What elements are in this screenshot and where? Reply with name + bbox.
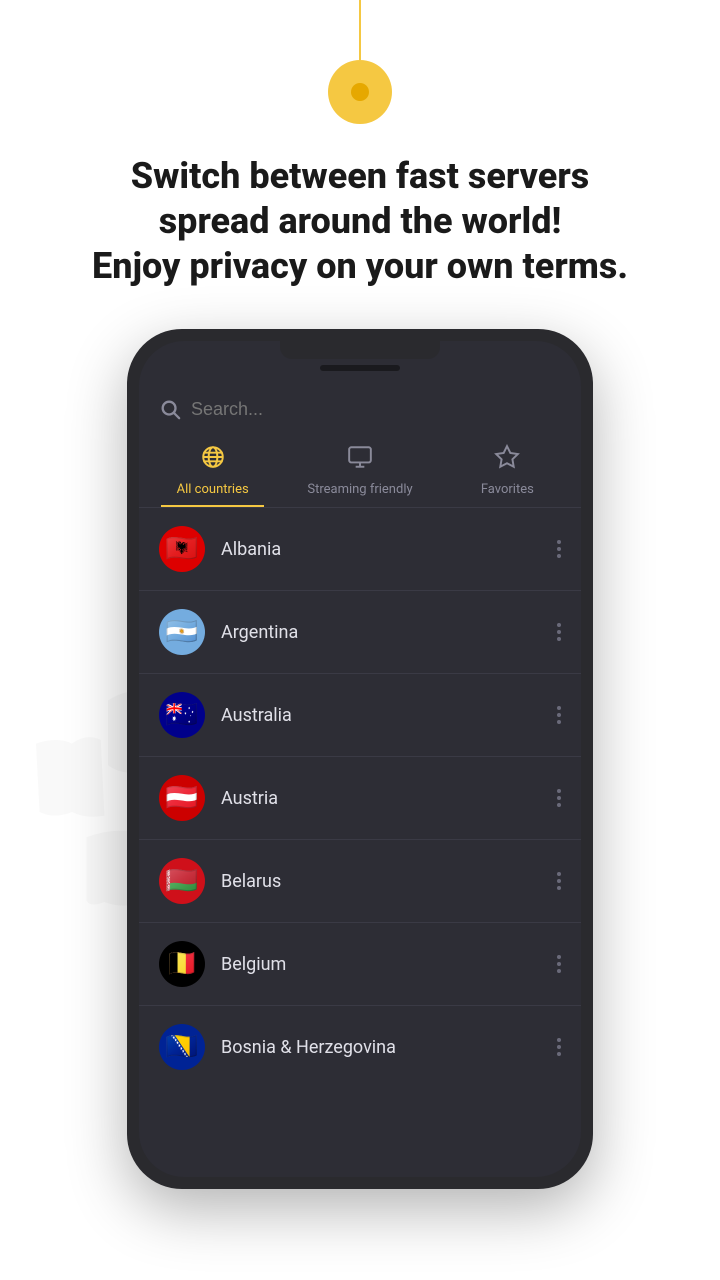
phone-wrapper: All countries Streaming friendly <box>0 329 720 1189</box>
more-menu-bosnia[interactable] <box>557 1038 561 1056</box>
country-name-australia: Australia <box>221 705 541 726</box>
search-bar[interactable] <box>139 386 581 432</box>
country-row-argentina[interactable]: 🇦🇷 Argentina <box>139 591 581 674</box>
more-menu-belarus[interactable] <box>557 872 561 890</box>
headline: Switch between fast servers spread aroun… <box>32 124 688 309</box>
headline-line2: spread around the world! <box>159 200 562 242</box>
flag-belarus: 🇧🇾 <box>159 858 205 904</box>
country-row-albania[interactable]: 🇦🇱 Albania <box>139 508 581 591</box>
country-name-albania: Albania <box>221 539 541 560</box>
wire-line <box>359 0 361 60</box>
country-name-bosnia: Bosnia & Herzegovina <box>221 1037 541 1058</box>
phone-inner: All countries Streaming friendly <box>139 341 581 1177</box>
flag-australia: 🇦🇺 <box>159 692 205 738</box>
flag-belgium: 🇧🇪 <box>159 941 205 987</box>
more-menu-argentina[interactable] <box>557 623 561 641</box>
phone-speaker <box>320 365 400 371</box>
tabs-bar: All countries Streaming friendly <box>139 432 581 508</box>
globe-icon <box>200 444 226 476</box>
bulb-inner <box>351 83 369 101</box>
star-icon <box>494 444 520 476</box>
monitor-icon <box>347 444 373 476</box>
tab-streaming-friendly[interactable]: Streaming friendly <box>286 432 433 507</box>
phone-outer: All countries Streaming friendly <box>127 329 593 1189</box>
country-row-austria[interactable]: 🇦🇹 Austria <box>139 757 581 840</box>
wire-container <box>328 0 392 124</box>
country-name-argentina: Argentina <box>221 622 541 643</box>
search-input[interactable] <box>191 399 561 420</box>
tab-favorites-label: Favorites <box>481 482 534 497</box>
tab-all-countries[interactable]: All countries <box>139 432 286 507</box>
more-menu-australia[interactable] <box>557 706 561 724</box>
tab-all-countries-label: All countries <box>177 482 249 497</box>
flag-albania: 🇦🇱 <box>159 526 205 572</box>
phone-notch <box>280 341 440 359</box>
country-name-belarus: Belarus <box>221 871 541 892</box>
flag-bosnia: 🇧🇦 <box>159 1024 205 1070</box>
search-icon <box>159 398 181 420</box>
country-name-austria: Austria <box>221 788 541 809</box>
headline-line1: Switch between fast servers <box>131 155 589 197</box>
flag-argentina: 🇦🇷 <box>159 609 205 655</box>
flag-austria: 🇦🇹 <box>159 775 205 821</box>
app-content: All countries Streaming friendly <box>139 341 581 1177</box>
more-menu-belgium[interactable] <box>557 955 561 973</box>
country-list: 🇦🇱 Albania 🇦🇷 <box>139 508 581 1177</box>
more-menu-albania[interactable] <box>557 540 561 558</box>
country-row-belgium[interactable]: 🇧🇪 Belgium <box>139 923 581 1006</box>
country-row-bosnia[interactable]: 🇧🇦 Bosnia & Herzegovina <box>139 1006 581 1088</box>
top-section: Switch between fast servers spread aroun… <box>0 0 720 309</box>
country-name-belgium: Belgium <box>221 954 541 975</box>
country-row-belarus[interactable]: 🇧🇾 Belarus <box>139 840 581 923</box>
tab-favorites[interactable]: Favorites <box>434 432 581 507</box>
bulb-icon <box>328 60 392 124</box>
country-row-australia[interactable]: 🇦🇺 Australia <box>139 674 581 757</box>
tab-streaming-label: Streaming friendly <box>307 482 412 497</box>
headline-line3: Enjoy privacy on your own terms. <box>92 245 628 287</box>
more-menu-austria[interactable] <box>557 789 561 807</box>
